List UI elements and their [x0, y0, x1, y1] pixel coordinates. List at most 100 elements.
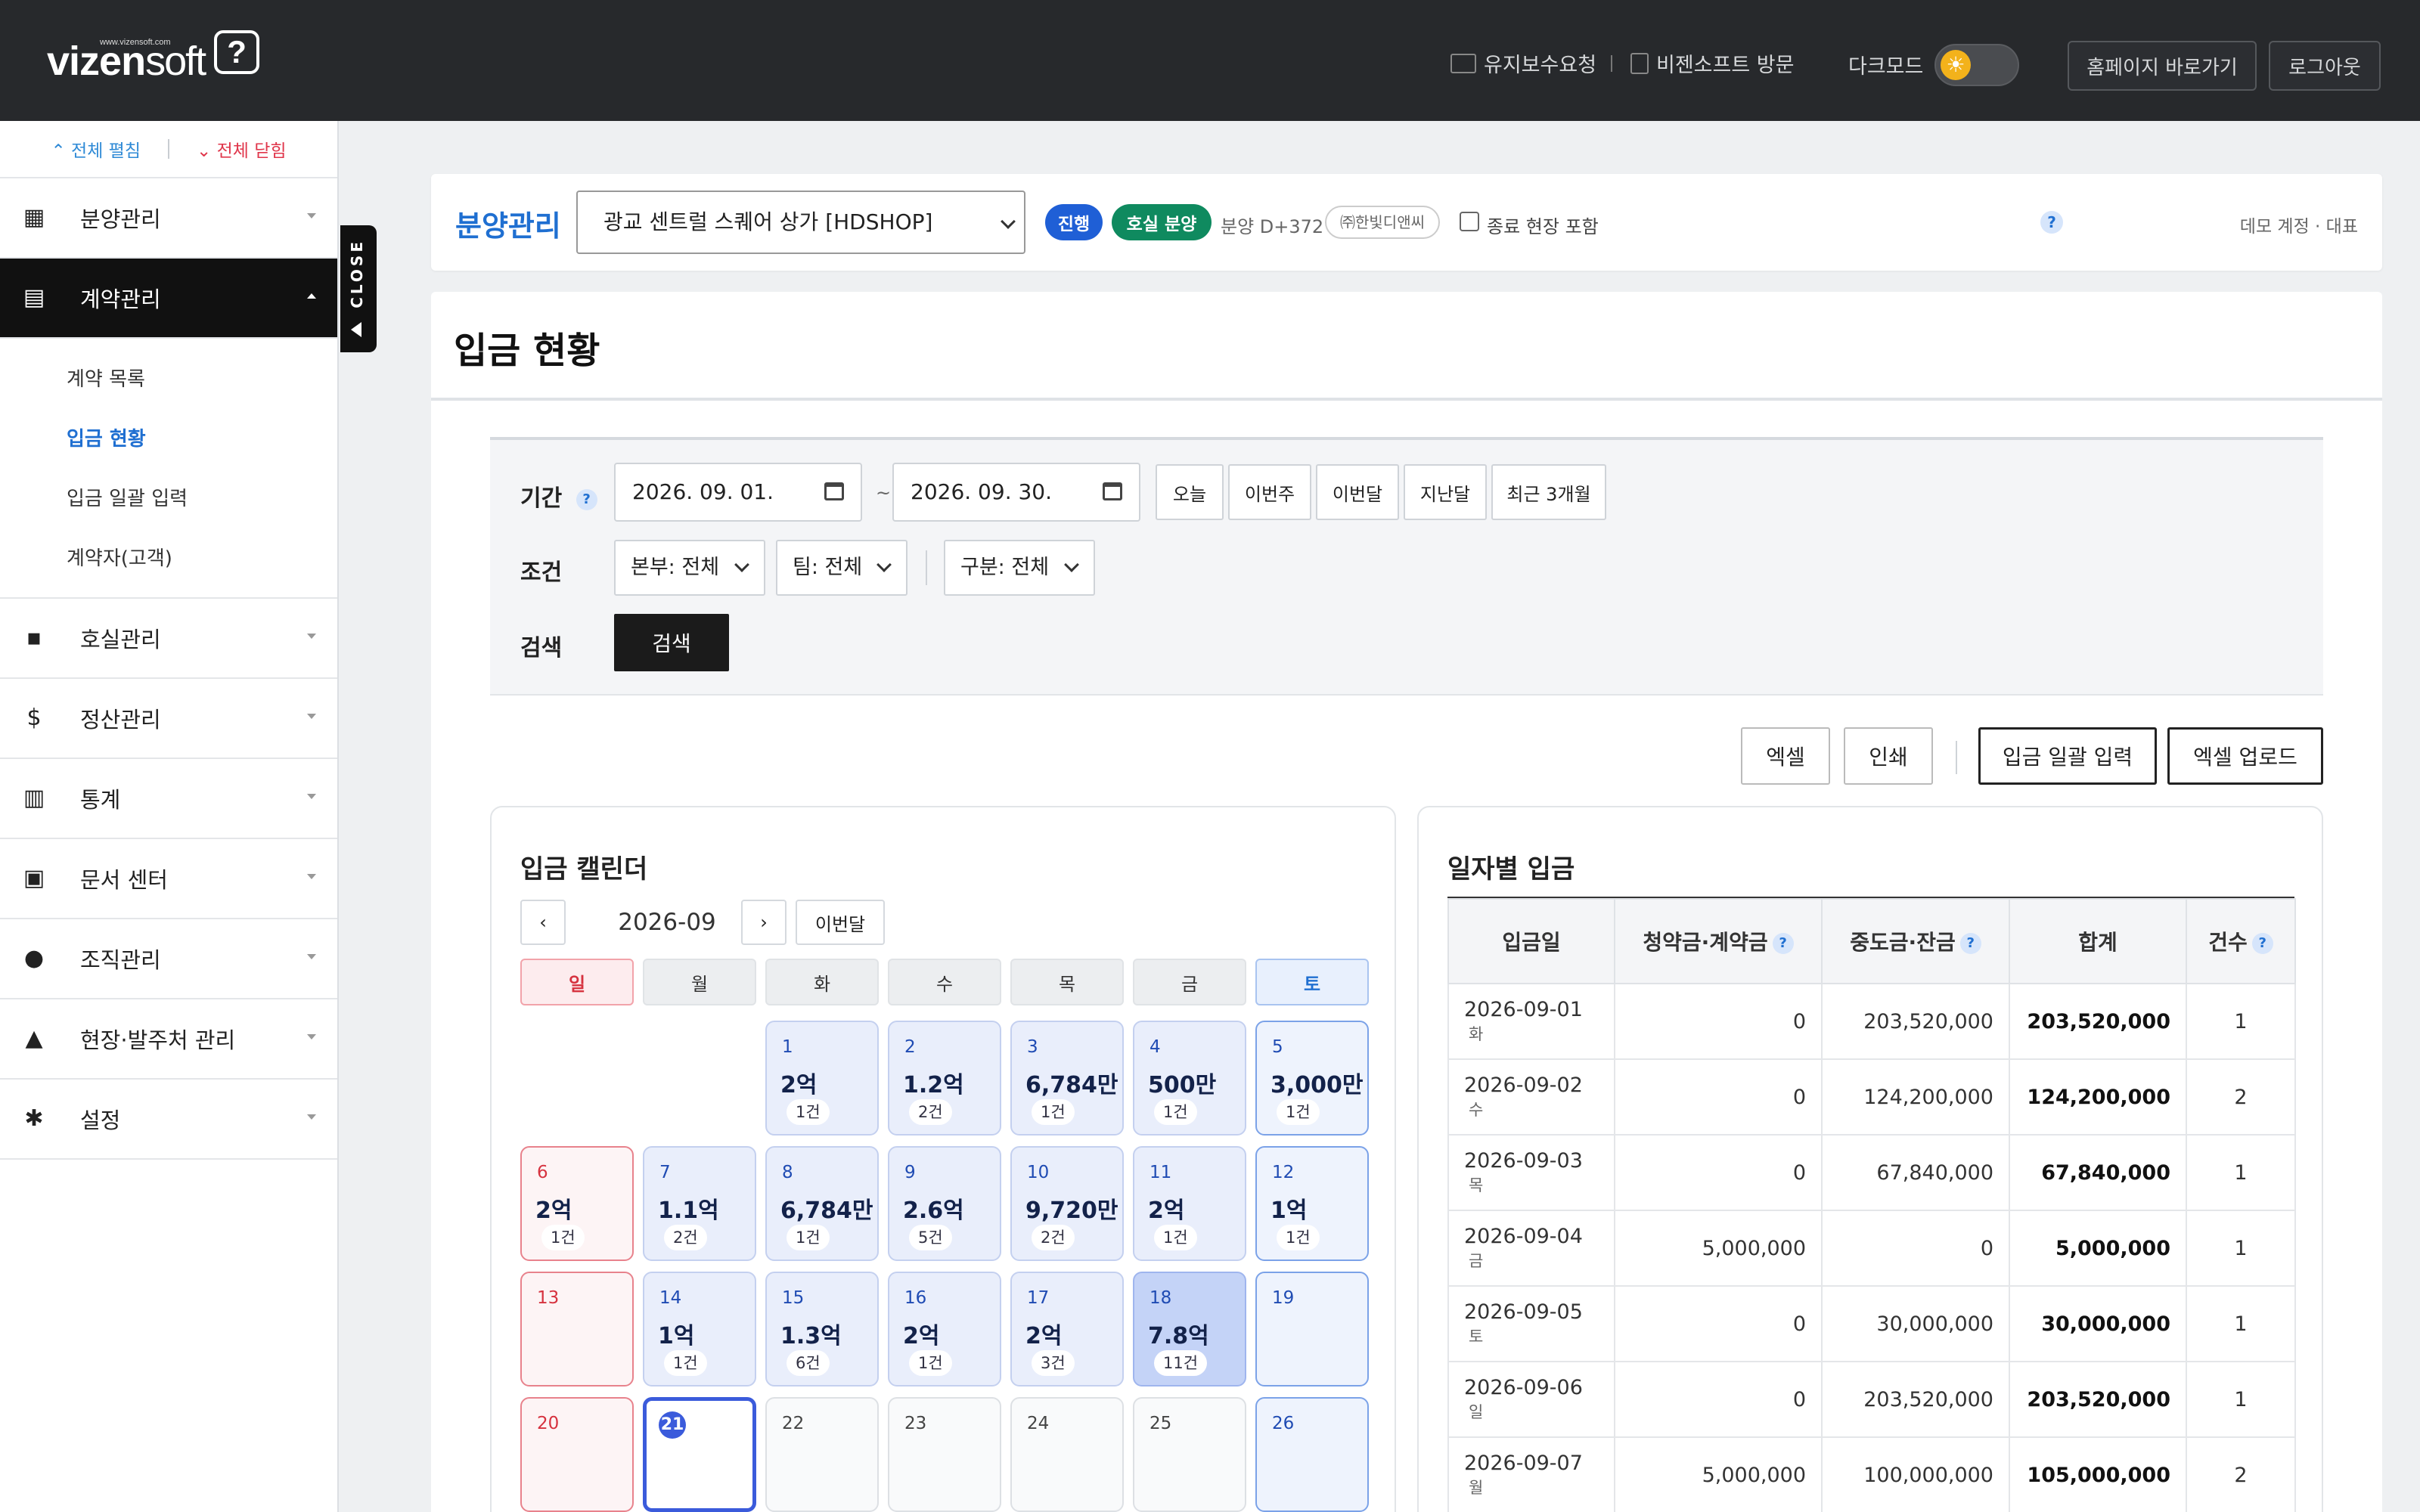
visit-vizensoft-link[interactable]: 비젠소프트 방문	[1630, 48, 1794, 78]
excel-upload-button[interactable]: 엑셀 업로드	[2167, 727, 2323, 785]
homepage-button[interactable]: 홈페이지 바로가기	[2068, 41, 2257, 91]
table-row[interactable]: 2026-09-02수 0 124,200,000 124,200,000 2	[1447, 1058, 2296, 1136]
hq-dropdown[interactable]: 본부: 전체	[614, 540, 765, 596]
daily-payment-card: 일자별 입금 입금일 청약금·계약금? 중도금·잔금? 합계 건수? 2026-…	[1417, 806, 2323, 1512]
include-closed-checkbox[interactable]	[1460, 212, 1479, 231]
help-icon[interactable]: ?	[576, 488, 597, 510]
calendar-day-cell[interactable]: 23	[888, 1397, 1001, 1512]
cell-balance: 203,520,000	[1821, 1361, 2010, 1438]
calendar-day-cell[interactable]: 14 1억 1건	[643, 1272, 756, 1387]
table-row[interactable]: 2026-09-06일 0 203,520,000 203,520,000 1	[1447, 1361, 2296, 1438]
calendar-day-cell[interactable]: 20	[520, 1397, 634, 1512]
sidebar-item-units[interactable]: ▪ 호실관리	[0, 599, 337, 679]
darkmode-toggle[interactable]: ☀	[1934, 44, 2019, 86]
expand-collapse-divider	[168, 139, 169, 159]
logo-url-text: www.vizensoft.com	[100, 38, 171, 47]
calendar-day-cell[interactable]: 26	[1255, 1397, 1369, 1512]
cell-count: 1	[2186, 1361, 2296, 1438]
date-to-input[interactable]: 2026. 09. 30.	[892, 463, 1140, 522]
calendar-day-cell[interactable]: 12 1억 1건	[1255, 1146, 1369, 1261]
sidebar-item-organization[interactable]: ● 조직관리	[0, 919, 337, 999]
calendar-icon[interactable]	[1103, 482, 1122, 500]
calendar-day-cell[interactable]: 19	[1255, 1272, 1369, 1387]
cell-weekday: 월	[1469, 1479, 1484, 1497]
table-row[interactable]: 2026-09-05토 0 30,000,000 30,000,000 1	[1447, 1285, 2296, 1362]
this-month-button[interactable]: 이번달	[796, 900, 885, 945]
sidebar-close-tab[interactable]: CLOSE	[340, 225, 377, 352]
sidebar: ⌃ 전체 펼침 ⌄ 전체 닫힘 ▦ 분양관리 ▤ 계약관리 계약 목록 입금 현…	[0, 121, 339, 1512]
day-amount: 2억	[780, 1072, 818, 1098]
sidebar-item-label: 정산관리	[80, 707, 161, 733]
sidebar-item-settlement[interactable]: $ 정산관리	[0, 679, 337, 759]
submenu-customers[interactable]: 계약자(고객)	[0, 527, 337, 587]
sidebar-item-contracts[interactable]: ▤ 계약관리	[0, 259, 337, 339]
maintenance-request-link[interactable]: 유지보수요청	[1450, 48, 1596, 78]
submenu-bulk-payment[interactable]: 입금 일괄 입력	[0, 467, 337, 527]
calendar-day-cell[interactable]: 6 2억 1건	[520, 1146, 634, 1261]
cell-balance: 30,000,000	[1821, 1285, 2010, 1362]
help-icon[interactable]: ?	[2040, 211, 2063, 234]
category-dropdown[interactable]: 구분: 전체	[944, 540, 1095, 596]
calendar-day-cell[interactable]: 1 2억 1건	[765, 1021, 879, 1136]
vizensoft-logo[interactable]: www.vizensoft.com vizensoft ?	[47, 30, 260, 85]
calendar-day-cell[interactable]: 17 2억 3건	[1010, 1272, 1124, 1387]
cell-count: 2	[2186, 1058, 2296, 1136]
quick-this-week-button[interactable]: 이번주	[1228, 464, 1311, 520]
table-row[interactable]: 2026-09-03목 0 67,840,000 67,840,000 1	[1447, 1134, 2296, 1211]
table-row[interactable]: 2026-09-04금 5,000,000 0 5,000,000 1	[1447, 1210, 2296, 1287]
calendar-day-cell[interactable]: 21	[643, 1397, 756, 1512]
calendar-icon[interactable]	[824, 482, 844, 500]
calendar-day-cell[interactable]: 8 6,784만 1건	[765, 1146, 879, 1261]
table-row[interactable]: 2026-09-01화 0 203,520,000 203,520,000 1	[1447, 983, 2296, 1060]
expand-all-button[interactable]: ⌃ 전체 펼침	[51, 136, 141, 162]
table-row[interactable]: 2026-09-07월 5,000,000 100,000,000 105,000,0…	[1447, 1436, 2296, 1512]
quick-last-month-button[interactable]: 지난달	[1404, 464, 1487, 520]
day-count-badge: 1건	[1032, 1099, 1075, 1125]
sidebar-item-label: 조직관리	[80, 947, 161, 973]
calendar-day-cell[interactable]: 24	[1010, 1397, 1124, 1512]
help-icon[interactable]: ?	[1772, 933, 1794, 954]
calendar-day-cell[interactable]: 7 1.1억 2건	[643, 1146, 756, 1261]
calendar-day-cell[interactable]: 5 3,000만 1건	[1255, 1021, 1369, 1136]
calendar-day-cell[interactable]: 2 1.2억 2건	[888, 1021, 1001, 1136]
sidebar-item-documents[interactable]: ▣ 문서 센터	[0, 839, 337, 919]
collapse-all-button[interactable]: ⌄ 전체 닫힘	[197, 136, 287, 162]
submenu-contract-list[interactable]: 계약 목록	[0, 348, 337, 407]
sidebar-item-statistics[interactable]: ▥ 통계	[0, 759, 337, 839]
calendar-day-cell[interactable]: 9 2.6억 5건	[888, 1146, 1001, 1261]
quick-today-button[interactable]: 오늘	[1156, 464, 1224, 520]
calendar-day-cell[interactable]: 18 7.8억 11건	[1133, 1272, 1246, 1387]
calendar-day-cell[interactable]: 3 6,784만 1건	[1010, 1021, 1124, 1136]
grid-icon: ▪	[26, 624, 42, 651]
date-from-input[interactable]: 2026. 09. 01.	[614, 463, 862, 522]
quick-3months-button[interactable]: 최근 3개월	[1491, 464, 1606, 520]
team-dropdown[interactable]: 팀: 전체	[776, 540, 908, 596]
excel-button[interactable]: 엑셀	[1741, 727, 1830, 785]
help-icon[interactable]: ?	[1959, 933, 1981, 954]
quick-this-month-button[interactable]: 이번달	[1316, 464, 1399, 520]
submenu-payment-status[interactable]: 입금 현황	[0, 407, 337, 467]
sidebar-item-settings[interactable]: ✱ 설정	[0, 1080, 337, 1160]
logout-button[interactable]: 로그아웃	[2269, 41, 2381, 91]
help-icon[interactable]: ?	[2251, 933, 2273, 954]
calendar-day-cell[interactable]: 10 9,720만 2건	[1010, 1146, 1124, 1261]
sidebar-item-sites[interactable]: ▲ 현장·발주처 관리	[0, 999, 337, 1080]
sidebar-item-sales[interactable]: ▦ 분양관리	[0, 178, 337, 259]
main-panel: 입금 현황 기간 ? 2026. 09. 01. ~ 2026. 09. 30.…	[431, 292, 2382, 1512]
calendar-day-cell[interactable]: 16 2억 1건	[888, 1272, 1001, 1387]
calendar-day-cell[interactable]: 22	[765, 1397, 879, 1512]
calendar-day-cell[interactable]: 15 1.3억 6건	[765, 1272, 879, 1387]
calendar-day-cell[interactable]: 13	[520, 1272, 634, 1387]
search-button[interactable]: 검색	[614, 614, 729, 671]
prev-month-button[interactable]: ‹	[520, 900, 566, 945]
site-select[interactable]: 광교 센트럴 스퀘어 상가 [HDSHOP]	[576, 191, 1025, 254]
cell-weekday: 화	[1469, 1025, 1484, 1043]
bulk-payment-button[interactable]: 입금 일괄 입력	[1978, 727, 2157, 785]
calendar-day-cell[interactable]: 11 2억 1건	[1133, 1146, 1246, 1261]
next-month-button[interactable]: ›	[741, 900, 786, 945]
print-button[interactable]: 인쇄	[1844, 727, 1933, 785]
calendar-day-cell[interactable]: 4 500만 1건	[1133, 1021, 1246, 1136]
day-number: 19	[1272, 1288, 1295, 1308]
calendar-day-cell[interactable]: 25	[1133, 1397, 1246, 1512]
day-amount: 1.3억	[780, 1323, 842, 1349]
